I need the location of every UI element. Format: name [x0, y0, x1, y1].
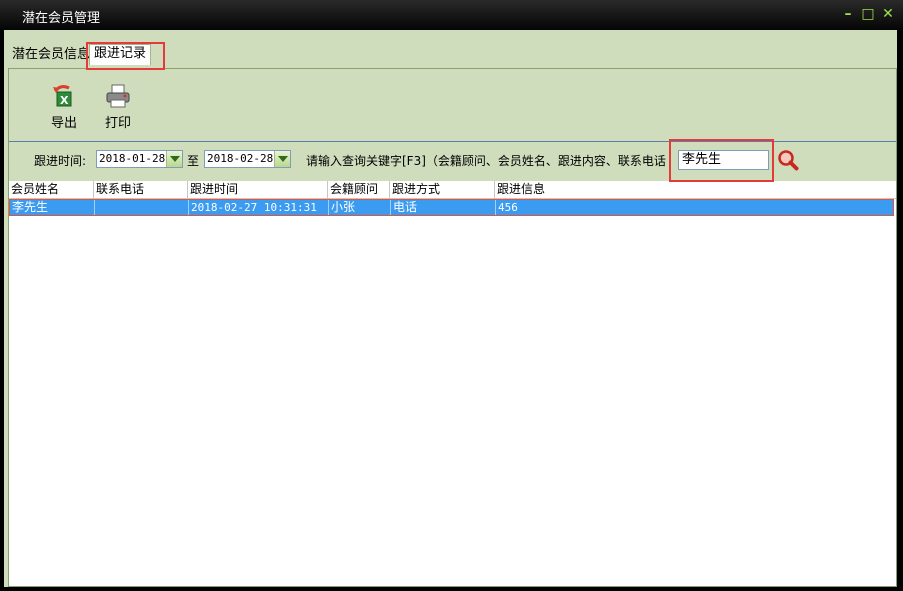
column-header-method[interactable]: 跟进方式	[390, 181, 495, 198]
cell-info: 456	[498, 201, 518, 214]
print-button[interactable]: 打印	[96, 83, 140, 131]
tab-potential-member-info[interactable]: 潜在会员信息	[8, 46, 94, 64]
minimize-button[interactable]: –	[840, 6, 856, 22]
date-from-picker[interactable]: 2018-01-28	[96, 150, 183, 168]
table-row[interactable]: 李先生 2018-02-27 10:31:31 小张 电话 456	[9, 199, 894, 216]
cell-time: 2018-02-27 10:31:31	[189, 200, 329, 215]
excel-export-icon: X	[53, 85, 72, 107]
printer-icon	[106, 84, 130, 108]
toolbar: X 导出 打印	[9, 69, 896, 142]
chevron-down-icon[interactable]	[166, 151, 182, 167]
column-header-time[interactable]: 跟进时间	[188, 181, 328, 198]
export-button[interactable]: X 导出	[42, 83, 86, 131]
title-bar[interactable]: 潜在会员管理 – □ ✕	[0, 0, 903, 30]
cell-phone	[95, 200, 189, 215]
filter-bar: 跟进时间: 2018-01-28 至 2018-02-28 请输入查询关键字[F…	[9, 142, 896, 182]
client-area: 潜在会员信息 跟进记录 X 导出 打印 跟进时间: 2018-01-28 至 2…	[4, 30, 897, 587]
window-title: 潜在会员管理	[22, 11, 101, 26]
follow-up-panel: X 导出 打印 跟进时间: 2018-01-28 至 2018-02-28 请输…	[8, 68, 897, 587]
tab-strip: 潜在会员信息 跟进记录	[4, 30, 897, 70]
keyword-search-input[interactable]: 李先生	[678, 150, 769, 170]
table-header: 会员姓名 联系电话 跟进时间 会籍顾问 跟进方式 跟进信息	[9, 181, 896, 199]
column-header-advisor[interactable]: 会籍顾问	[328, 181, 390, 198]
close-button[interactable]: ✕	[880, 6, 896, 22]
keyword-label: 请输入查询关键字[F3]（会籍顾问、会员姓名、跟进内容、联系电话	[306, 154, 666, 168]
tab-follow-up-records[interactable]: 跟进记录	[89, 44, 152, 65]
column-header-name[interactable]: 会员姓名	[9, 181, 94, 198]
svg-text:X: X	[60, 94, 69, 107]
date-to-value: 2018-02-28	[207, 152, 274, 165]
maximize-button[interactable]: □	[860, 6, 876, 22]
app-window: 潜在会员管理 – □ ✕ 潜在会员信息 跟进记录 X 导出 打印 跟进时间: 2…	[0, 0, 903, 591]
column-header-phone[interactable]: 联系电话	[94, 181, 188, 198]
records-table: 会员姓名 联系电话 跟进时间 会籍顾问 跟进方式 跟进信息 李先生 2018-0…	[9, 181, 896, 586]
print-label: 打印	[104, 116, 131, 131]
date-from-value: 2018-01-28	[99, 152, 166, 165]
export-label: 导出	[50, 116, 77, 131]
cell-method: 电话	[391, 200, 496, 215]
to-label: 至	[187, 154, 200, 168]
date-to-picker[interactable]: 2018-02-28	[204, 150, 291, 168]
cell-advisor: 小张	[329, 200, 391, 215]
keyword-value: 李先生	[682, 152, 722, 167]
column-header-info[interactable]: 跟进信息	[495, 181, 896, 198]
magnifier-icon[interactable]	[777, 149, 799, 171]
date-label: 跟进时间:	[34, 154, 87, 168]
cell-name: 李先生	[10, 200, 95, 215]
chevron-down-icon[interactable]	[274, 151, 290, 167]
